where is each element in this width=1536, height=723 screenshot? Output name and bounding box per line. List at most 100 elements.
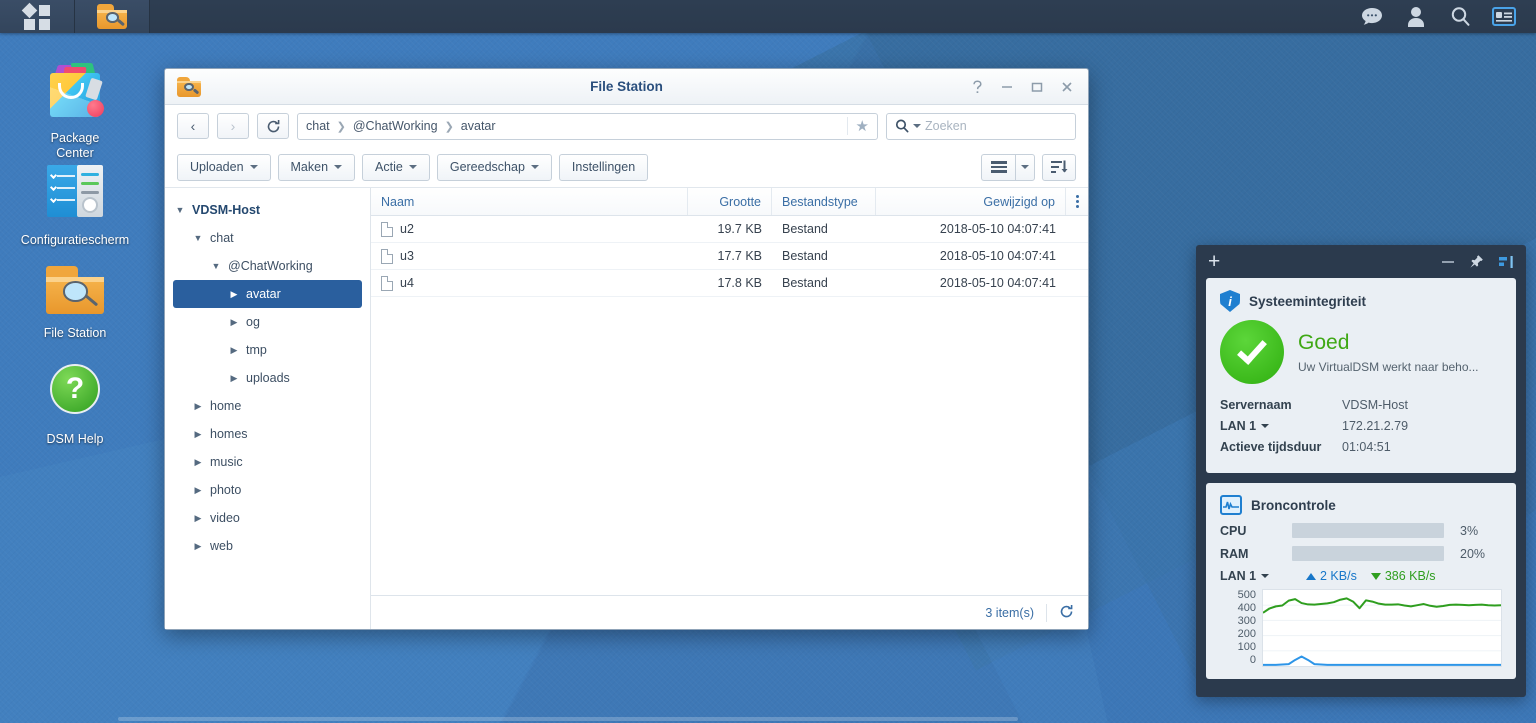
file-name: u3 <box>400 249 414 263</box>
chevron-down-icon[interactable]: ▼ <box>191 233 205 243</box>
tree-node-photo[interactable]: ▶ photo <box>165 476 370 504</box>
tree-node-home[interactable]: ▶ home <box>165 392 370 420</box>
chevron-down-icon[interactable]: ▼ <box>209 261 223 271</box>
add-widget-button[interactable]: + <box>1208 251 1220 272</box>
column-header-name[interactable]: Naam <box>371 188 688 215</box>
action-button[interactable]: Actie <box>362 153 430 181</box>
back-button[interactable]: ‹ <box>177 113 209 139</box>
column-header-size[interactable]: Grootte <box>688 188 772 215</box>
folder-search-icon <box>177 76 201 97</box>
create-button[interactable]: Maken <box>277 153 356 181</box>
tree-node-uploads[interactable]: ▶ uploads <box>165 364 370 392</box>
chevron-right-icon[interactable]: ▶ <box>191 401 205 412</box>
list-view-icon[interactable] <box>981 153 1015 181</box>
tree-node-tmp[interactable]: ▶ tmp <box>165 336 370 364</box>
chevron-down-icon <box>530 165 539 169</box>
field-value: 01:04:51 <box>1342 440 1391 454</box>
health-ok-icon <box>1220 320 1284 384</box>
chevron-down-icon[interactable] <box>913 124 921 128</box>
cell-name: u4 <box>371 270 688 296</box>
chevron-right-icon[interactable]: ▶ <box>227 373 241 384</box>
sort-descending-icon[interactable] <box>1042 153 1076 181</box>
tree-node-music[interactable]: ▶ music <box>165 448 370 476</box>
resource-monitor-widget: Broncontrole CPU 3% RAM 20% LAN 1 2 KB/s… <box>1206 483 1516 679</box>
ram-value: 20% <box>1460 546 1486 561</box>
window-close-button[interactable] <box>1052 74 1082 100</box>
taskbar-item-file-station[interactable] <box>75 0 150 33</box>
main-menu-button[interactable] <box>0 0 75 33</box>
breadcrumb-item[interactable]: avatar <box>461 119 496 133</box>
tree-node-vdsm-host[interactable]: ▼ VDSM-Host <box>165 196 370 224</box>
chevron-right-icon[interactable]: ▶ <box>191 485 205 496</box>
tree-node-og[interactable]: ▶ og <box>165 308 370 336</box>
cell-modified: 2018-05-10 04:07:41 <box>939 222 1056 236</box>
desktop-bottom-divider <box>118 717 1018 721</box>
desktop-icon-package-center[interactable]: Package Center <box>0 60 150 161</box>
chevron-right-icon[interactable]: ▶ <box>227 317 241 328</box>
cell-name: u2 <box>371 216 688 242</box>
cell-type: Bestand <box>782 276 828 290</box>
star-icon[interactable]: ★ <box>846 117 869 135</box>
tree-node-web[interactable]: ▶ web <box>165 532 370 560</box>
chart-plot-area <box>1262 589 1502 667</box>
tree-node-label: homes <box>210 427 248 441</box>
field-servername: Servernaam VDSM-Host <box>1220 398 1502 412</box>
field-lan1[interactable]: LAN 1 172.21.2.79 <box>1220 419 1502 433</box>
view-dropdown-button[interactable] <box>1015 153 1035 181</box>
tree-node-avatar[interactable]: ▶ avatar <box>173 280 362 308</box>
chevron-down-icon <box>408 165 417 169</box>
tree-node-label: @ChatWorking <box>228 259 313 273</box>
search-icon[interactable] <box>1438 0 1482 33</box>
search-placeholder: Zoeken <box>925 119 967 133</box>
tree-node-chatworking[interactable]: ▼ @ChatWorking <box>165 252 370 280</box>
cpu-label: CPU <box>1220 523 1247 538</box>
upload-button[interactable]: Uploaden <box>177 153 271 181</box>
desktop-icon-file-station[interactable]: File Station <box>0 258 150 341</box>
pin-icon[interactable] <box>1469 254 1484 269</box>
chevron-down-icon[interactable]: ▼ <box>173 205 187 215</box>
chevron-right-icon[interactable]: ▶ <box>191 541 205 552</box>
chevron-down-icon[interactable] <box>1261 424 1270 428</box>
desktop-icon-dsm-help[interactable]: ? DSM Help <box>0 358 150 447</box>
column-header-modified[interactable]: Gewijzigd op <box>876 188 1066 215</box>
user-icon[interactable] <box>1394 0 1438 33</box>
cpu-row: CPU 3% <box>1220 523 1502 538</box>
tree-node-video[interactable]: ▶ video <box>165 504 370 532</box>
column-header-type[interactable]: Bestandstype <box>772 188 876 215</box>
more-vertical-icon[interactable] <box>1066 188 1088 215</box>
window-help-button[interactable] <box>962 74 992 100</box>
breadcrumb-item[interactable]: @ChatWorking <box>353 119 438 133</box>
chevron-right-icon[interactable]: ▶ <box>191 457 205 468</box>
chevron-down-icon[interactable] <box>1261 574 1270 578</box>
folder-tree[interactable]: ▼ VDSM-Host ▼ chat ▼ @ChatWorking ▶ avatar ▶ og ▶ t… <box>165 188 371 629</box>
dock-right-icon[interactable] <box>1498 255 1514 269</box>
window-maximize-button[interactable] <box>1022 74 1052 100</box>
tree-node-label: og <box>246 315 260 329</box>
minimize-icon[interactable] <box>1441 256 1455 268</box>
cell-name: u3 <box>371 243 688 269</box>
desktop-icon-control-panel[interactable]: Configuratiescherm <box>0 160 150 248</box>
chevron-right-icon[interactable]: ▶ <box>227 289 241 300</box>
breadcrumb[interactable]: chat ❯ @ChatWorking ❯ avatar ★ <box>297 112 878 140</box>
chat-icon[interactable] <box>1350 0 1394 33</box>
refresh-icon[interactable] <box>1059 604 1074 622</box>
tools-button[interactable]: Gereedschap <box>436 153 552 181</box>
table-row[interactable]: u2 19.7 KB Bestand 2018-05-10 04:07:41 <box>371 216 1088 243</box>
tree-node-label: web <box>210 539 233 553</box>
settings-button[interactable]: Instellingen <box>558 153 649 181</box>
chevron-right-icon[interactable]: ▶ <box>191 429 205 440</box>
window-minimize-button[interactable] <box>992 74 1022 100</box>
chevron-right-icon[interactable]: ▶ <box>191 513 205 524</box>
search-input[interactable]: Zoeken <box>886 112 1076 140</box>
widget-panel-icon[interactable] <box>1482 0 1526 33</box>
forward-button[interactable]: › <box>217 113 249 139</box>
window-title: File Station <box>590 79 663 94</box>
chevron-right-icon[interactable]: ▶ <box>227 345 241 356</box>
refresh-button[interactable] <box>257 113 289 139</box>
breadcrumb-item[interactable]: chat <box>306 119 330 133</box>
y-tick-label: 200 <box>1237 628 1256 640</box>
table-row[interactable]: u4 17.8 KB Bestand 2018-05-10 04:07:41 <box>371 270 1088 297</box>
tree-node-homes[interactable]: ▶ homes <box>165 420 370 448</box>
table-row[interactable]: u3 17.7 KB Bestand 2018-05-10 04:07:41 <box>371 243 1088 270</box>
tree-node-chat[interactable]: ▼ chat <box>165 224 370 252</box>
